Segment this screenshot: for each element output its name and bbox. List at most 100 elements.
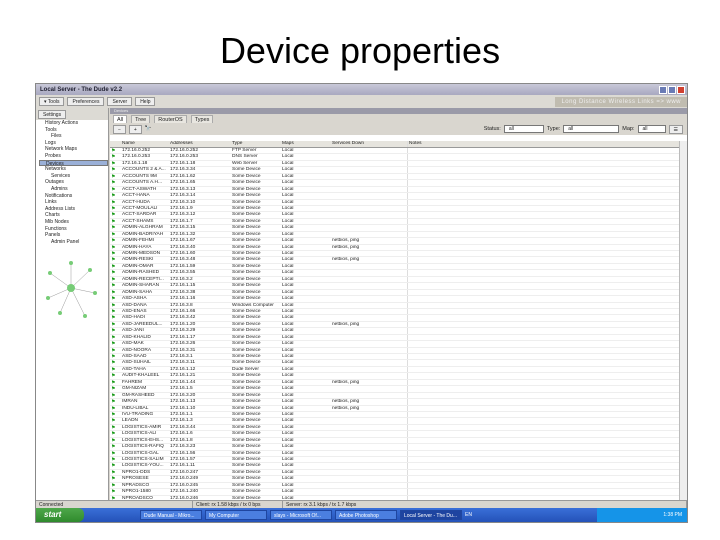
cell: 172.16.1.32: [170, 231, 196, 237]
status-flag-icon: ⚑: [111, 457, 116, 463]
sidebar-item[interactable]: Network Maps: [39, 146, 108, 153]
sidebar-item[interactable]: Tools: [39, 127, 108, 134]
taskbar-item[interactable]: Dude Manual - Mikro...: [140, 510, 202, 520]
sidebar-item[interactable]: Devices: [39, 159, 108, 167]
cell: 172.16.3.13: [170, 186, 196, 192]
col-name[interactable]: Name: [121, 141, 169, 147]
cell: [331, 360, 408, 366]
status-flag-icon: ⚑: [111, 308, 116, 315]
cell: LOGISTICS-YOU...: [122, 463, 164, 469]
cell: Local: [282, 251, 294, 256]
sidebar-item[interactable]: Networks: [39, 166, 108, 173]
cell: Local: [282, 180, 294, 186]
cell: Local: [282, 154, 294, 160]
cell-notes: [408, 483, 679, 488]
cell: ADMIN-SAHA: [122, 289, 153, 295]
col-services-down[interactable]: Services Down: [331, 141, 408, 147]
status-flag-icon: ⚑: [111, 238, 116, 244]
cell: Some Device: [232, 463, 261, 469]
taskbar-item[interactable]: My Computer: [205, 510, 267, 520]
preferences-button[interactable]: Preferences: [67, 97, 105, 106]
sidebar-item[interactable]: Outages: [39, 179, 108, 186]
col-addresses[interactable]: Addresses: [169, 141, 231, 147]
status-flag-icon: ⚑: [111, 180, 116, 186]
vertical-scrollbar[interactable]: [679, 141, 687, 500]
sidebar-item[interactable]: Notifications: [39, 193, 108, 200]
sidebar-item[interactable]: Logs: [39, 140, 108, 147]
cell: ASD-HADI: [122, 315, 145, 321]
cell-notes: [408, 476, 679, 481]
cell: 172.16.3.48: [170, 257, 196, 263]
cell: ADMIN-MEDSON: [122, 251, 161, 256]
server-button[interactable]: Server: [107, 97, 133, 106]
cell-notes: [408, 399, 679, 404]
sidebar-item[interactable]: Probes: [39, 153, 108, 160]
taskbar-item-active[interactable]: Local Server - The Du...: [400, 510, 462, 520]
remove-button[interactable]: −: [113, 124, 126, 134]
start-button[interactable]: start: [36, 508, 84, 522]
sidebar-item[interactable]: Admin Panel: [39, 239, 108, 246]
cell: 172.16.1.8: [170, 437, 193, 443]
tab-tree[interactable]: Tree: [131, 115, 151, 123]
col-type[interactable]: Type: [231, 141, 281, 147]
cell: [331, 218, 408, 225]
cell: Some Device: [232, 180, 261, 186]
cell: 172.16.1.56: [170, 450, 196, 456]
sidebar-item[interactable]: Functions: [39, 226, 108, 233]
status-flag-icon: ⚑: [111, 379, 116, 386]
col-notes[interactable]: Notes: [408, 141, 679, 147]
brand-banner[interactable]: Long Distance Wireless Links => www: [555, 96, 687, 107]
sidebar-item[interactable]: Links: [39, 199, 108, 206]
cell: 172.16.3.42: [170, 315, 196, 321]
cell: Local: [282, 482, 294, 488]
sidebar-item[interactable]: Admins: [39, 186, 108, 193]
col-maps[interactable]: Maps: [281, 141, 331, 147]
cell: Local: [282, 386, 294, 392]
find-icon[interactable]: 🔭: [145, 126, 152, 132]
sidebar-item[interactable]: Panels: [39, 232, 108, 239]
cell: ASD-KHALID: [122, 334, 151, 340]
settings-button[interactable]: Settings: [38, 110, 67, 119]
cell: Local: [282, 308, 294, 314]
minimize-button[interactable]: [659, 85, 667, 94]
cell: Some Device: [232, 186, 261, 192]
cell-notes: [408, 180, 679, 185]
status-flag-icon: ⚑: [111, 405, 116, 411]
cell: ADMIN-ALGHRAM: [122, 225, 163, 231]
sidebar-item[interactable]: Charts: [39, 212, 108, 219]
sidebar-item[interactable]: Address Lists: [39, 206, 108, 213]
taskbar-item[interactable]: slays - Microsoft Of...: [270, 510, 332, 520]
sidebar-item[interactable]: Mib Nodes: [39, 219, 108, 226]
tab-routeros[interactable]: RouterOS: [154, 115, 187, 123]
map-select[interactable]: all: [637, 125, 666, 133]
help-button[interactable]: Help: [135, 97, 156, 106]
cell: Some Device: [232, 450, 261, 456]
cell: [331, 148, 408, 154]
tools-button[interactable]: ▾ Tools: [39, 97, 65, 106]
cell: [331, 424, 408, 431]
tab-types[interactable]: Types: [190, 115, 214, 123]
cell: Some Device: [232, 251, 261, 256]
tab-all[interactable]: All: [113, 115, 128, 123]
maximize-button[interactable]: [668, 85, 676, 94]
columns-menu-button[interactable]: ☰: [668, 124, 683, 134]
sidebar-item[interactable]: Services: [39, 173, 108, 180]
cell: Some Device: [232, 328, 261, 334]
cell: Local: [282, 437, 294, 443]
status-select[interactable]: all: [503, 125, 544, 133]
add-button[interactable]: +: [128, 124, 142, 134]
language-indicator[interactable]: EN: [465, 512, 472, 518]
status-flag-icon: ⚑: [111, 231, 116, 238]
status-flag-icon: ⚑: [111, 186, 116, 193]
cell: Local: [282, 186, 294, 192]
cell: Some Device: [232, 418, 261, 424]
close-button[interactable]: [677, 85, 685, 94]
sidebar-item[interactable]: Files: [39, 133, 108, 140]
sidebar-item[interactable]: History Actions: [39, 120, 108, 127]
type-label: Type:: [546, 126, 561, 132]
cell: [331, 482, 408, 489]
taskbar-item[interactable]: Adobe Photoshop: [335, 510, 397, 520]
type-select[interactable]: all: [563, 125, 620, 133]
cell: ACCT-ASWATH: [122, 186, 157, 192]
cell: Local: [282, 244, 294, 250]
